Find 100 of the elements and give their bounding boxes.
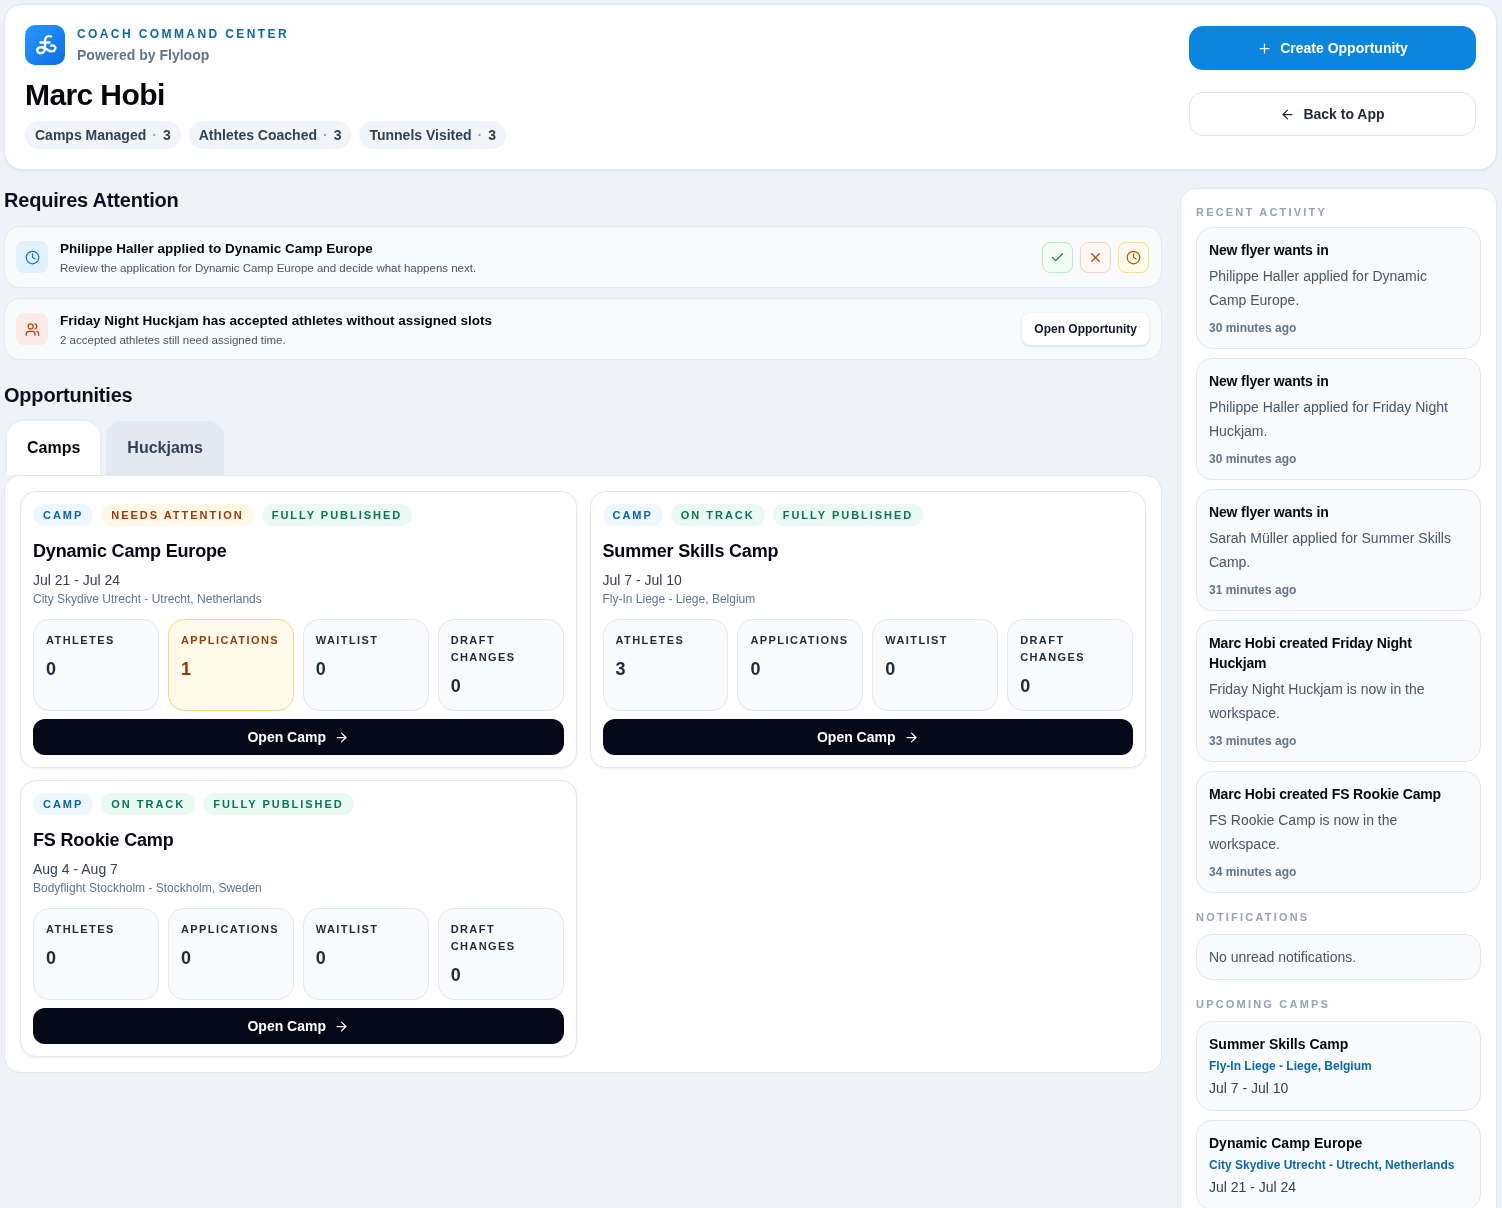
activity-description: Friday Night Huckjam is now in the workspace. <box>1209 680 1426 723</box>
status-badge: ON TRACK <box>101 793 196 815</box>
eyebrow-title: COACH COMMAND CENTER <box>77 25 289 42</box>
stat-tile-label: APPLICATIONS <box>750 633 850 648</box>
stat-tile-value: 3 <box>615 658 627 681</box>
approve-button[interactable] <box>1042 241 1073 273</box>
coach-name: Marc Hobi <box>25 79 166 111</box>
stat-tile-label: APPLICATIONS <box>180 922 281 937</box>
clock-icon <box>1126 249 1141 265</box>
plus-icon <box>1257 40 1273 56</box>
create-opportunity-button[interactable]: Create Opportunity <box>1189 26 1476 70</box>
upcoming-camp-name: Summer Skills Camp <box>1209 1035 1350 1054</box>
activity-time: 31 minutes ago <box>1209 582 1298 598</box>
upcoming-camp-dates: Jul 7 - Jul 10 <box>1209 1079 1290 1098</box>
activity-title: New flyer wants in <box>1209 503 1330 522</box>
stat-tile-label: DRAFT CHANGES <box>450 633 517 665</box>
stat-value: 3 <box>162 125 171 145</box>
camp-title: Dynamic Camp Europe <box>33 540 228 563</box>
camp-title: Summer Skills Camp <box>602 540 780 563</box>
upcoming-camp-location: Fly-In Liege - Liege, Belgium <box>1209 1058 1373 1074</box>
stat-tile-label: ATHLETES <box>615 633 686 648</box>
stat-label: Tunnels Visited <box>369 125 472 145</box>
activity-time: 30 minutes ago <box>1209 320 1298 336</box>
upcoming-camp-location: City Skydive Utrecht - Utrecht, Netherlands <box>1209 1157 1456 1173</box>
arrow-right-icon <box>334 729 350 745</box>
tab[interactable]: Huckjams <box>106 421 224 475</box>
camp-dates: Jul 7 - Jul 10 <box>602 571 683 590</box>
open-opportunity-button[interactable]: Open Opportunity <box>1022 313 1149 345</box>
stat-tile-value: 0 <box>315 947 327 970</box>
status-badge: FULLY PUBLISHED <box>261 504 413 526</box>
stat-tile-value: 0 <box>46 658 57 681</box>
camp-title: FS Rookie Camp <box>33 829 175 852</box>
snooze-button[interactable] <box>1118 241 1149 273</box>
status-badge: ON TRACK <box>670 504 765 526</box>
stat-tile-value: 0 <box>315 658 327 681</box>
type-badge: CAMP <box>602 504 663 526</box>
stat-tile-value: 0 <box>885 658 897 681</box>
stat-tile-value: 0 <box>750 658 762 681</box>
upcoming-camp-dates: Jul 21 - Jul 24 <box>1209 1178 1298 1197</box>
users-icon <box>16 313 48 345</box>
camp-location: Fly-In Liege - Liege, Belgium <box>602 591 757 607</box>
type-badge: CAMP <box>33 504 94 526</box>
attention-title: Philippe Haller applied to Dynamic Camp Europe <box>60 239 374 258</box>
section-heading: Requires Attention <box>4 188 180 212</box>
stat-tile-value: 0 <box>180 947 192 970</box>
camp-dates: Aug 4 - Aug 7 <box>33 860 119 879</box>
reject-button[interactable] <box>1080 241 1111 273</box>
camp-dates: Jul 21 - Jul 24 <box>33 571 122 590</box>
status-badge: FULLY PUBLISHED <box>772 504 924 526</box>
stat-tile-value: 0 <box>450 964 462 987</box>
notice-text: No unread notifications. <box>1209 948 1358 967</box>
stat-tile-label: APPLICATIONS <box>180 633 281 648</box>
stat-label: Athletes Coached <box>198 125 317 145</box>
attention-description: 2 accepted athletes still need assigned time. <box>60 332 287 348</box>
open-camp-button[interactable]: Open Camp <box>33 1008 564 1044</box>
stat-tile-value: 0 <box>46 947 57 970</box>
stat-separator: · <box>477 125 483 145</box>
camp-location: City Skydive Utrecht - Utrecht, Netherlands <box>33 591 263 607</box>
back-to-app-button[interactable]: Back to App <box>1189 92 1476 136</box>
status-badge: NEEDS ATTENTION <box>101 504 254 526</box>
stat-tile-label: DRAFT CHANGES <box>450 922 517 954</box>
logo-icon <box>25 25 65 65</box>
stat-tile-label: ATHLETES <box>46 922 116 937</box>
sidebar-heading: UPCOMING CAMPS <box>1196 997 1332 1012</box>
activity-title: New flyer wants in <box>1209 372 1330 391</box>
stat-separator: · <box>322 125 328 145</box>
activity-time: 30 minutes ago <box>1209 451 1298 467</box>
open-camp-button[interactable]: Open Camp <box>602 719 1133 755</box>
attention-description: Review the application for Dynamic Camp Europe and decide what happens next. <box>60 260 478 276</box>
upcoming-camp-name: Dynamic Camp Europe <box>1209 1134 1364 1153</box>
stat-label: Camps Managed <box>35 125 147 145</box>
activity-description: Philippe Haller applied for Friday Night Huckjam. <box>1209 398 1449 441</box>
stat-value: 3 <box>333 125 342 145</box>
activity-title: Marc Hobi created Friday Night Huckjam <box>1209 634 1413 673</box>
stat-tile-value: 0 <box>1020 675 1032 698</box>
stat-tile-label: DRAFT CHANGES <box>1020 633 1087 665</box>
stat-tile-value: 0 <box>450 675 462 698</box>
sidebar-heading: NOTIFICATIONS <box>1196 910 1311 925</box>
stat-tile-label: WAITLIST <box>315 633 380 648</box>
clock-icon <box>16 241 48 273</box>
attention-title: Friday Night Huckjam has accepted athletes without assigned slots <box>60 311 494 330</box>
activity-title: Marc Hobi created FS Rookie Camp <box>1209 785 1443 804</box>
open-camp-button[interactable]: Open Camp <box>33 719 564 755</box>
activity-time: 34 minutes ago <box>1209 864 1298 880</box>
activity-description: Philippe Haller applied for Dynamic Camp Europe. <box>1209 267 1428 310</box>
stat-tile-label: WAITLIST <box>315 922 380 937</box>
status-badge: FULLY PUBLISHED <box>203 793 354 815</box>
section-heading: Opportunities <box>4 383 134 407</box>
powered-by-text: Powered by Flyloop <box>77 45 211 65</box>
arrow-right-icon <box>903 729 919 745</box>
stat-tile-value: 1 <box>180 658 192 681</box>
activity-title: New flyer wants in <box>1209 241 1330 260</box>
type-badge: CAMP <box>33 793 94 815</box>
sidebar-heading: RECENT ACTIVITY <box>1196 205 1328 220</box>
stat-value: 3 <box>488 125 497 145</box>
stat-tile-label: ATHLETES <box>46 633 116 648</box>
stat-tile-label: WAITLIST <box>885 633 950 648</box>
stat-separator: · <box>152 125 157 145</box>
camp-location: Bodyflight Stockholm - Stockholm, Sweden <box>33 880 263 896</box>
tab[interactable]: Camps <box>7 421 101 475</box>
